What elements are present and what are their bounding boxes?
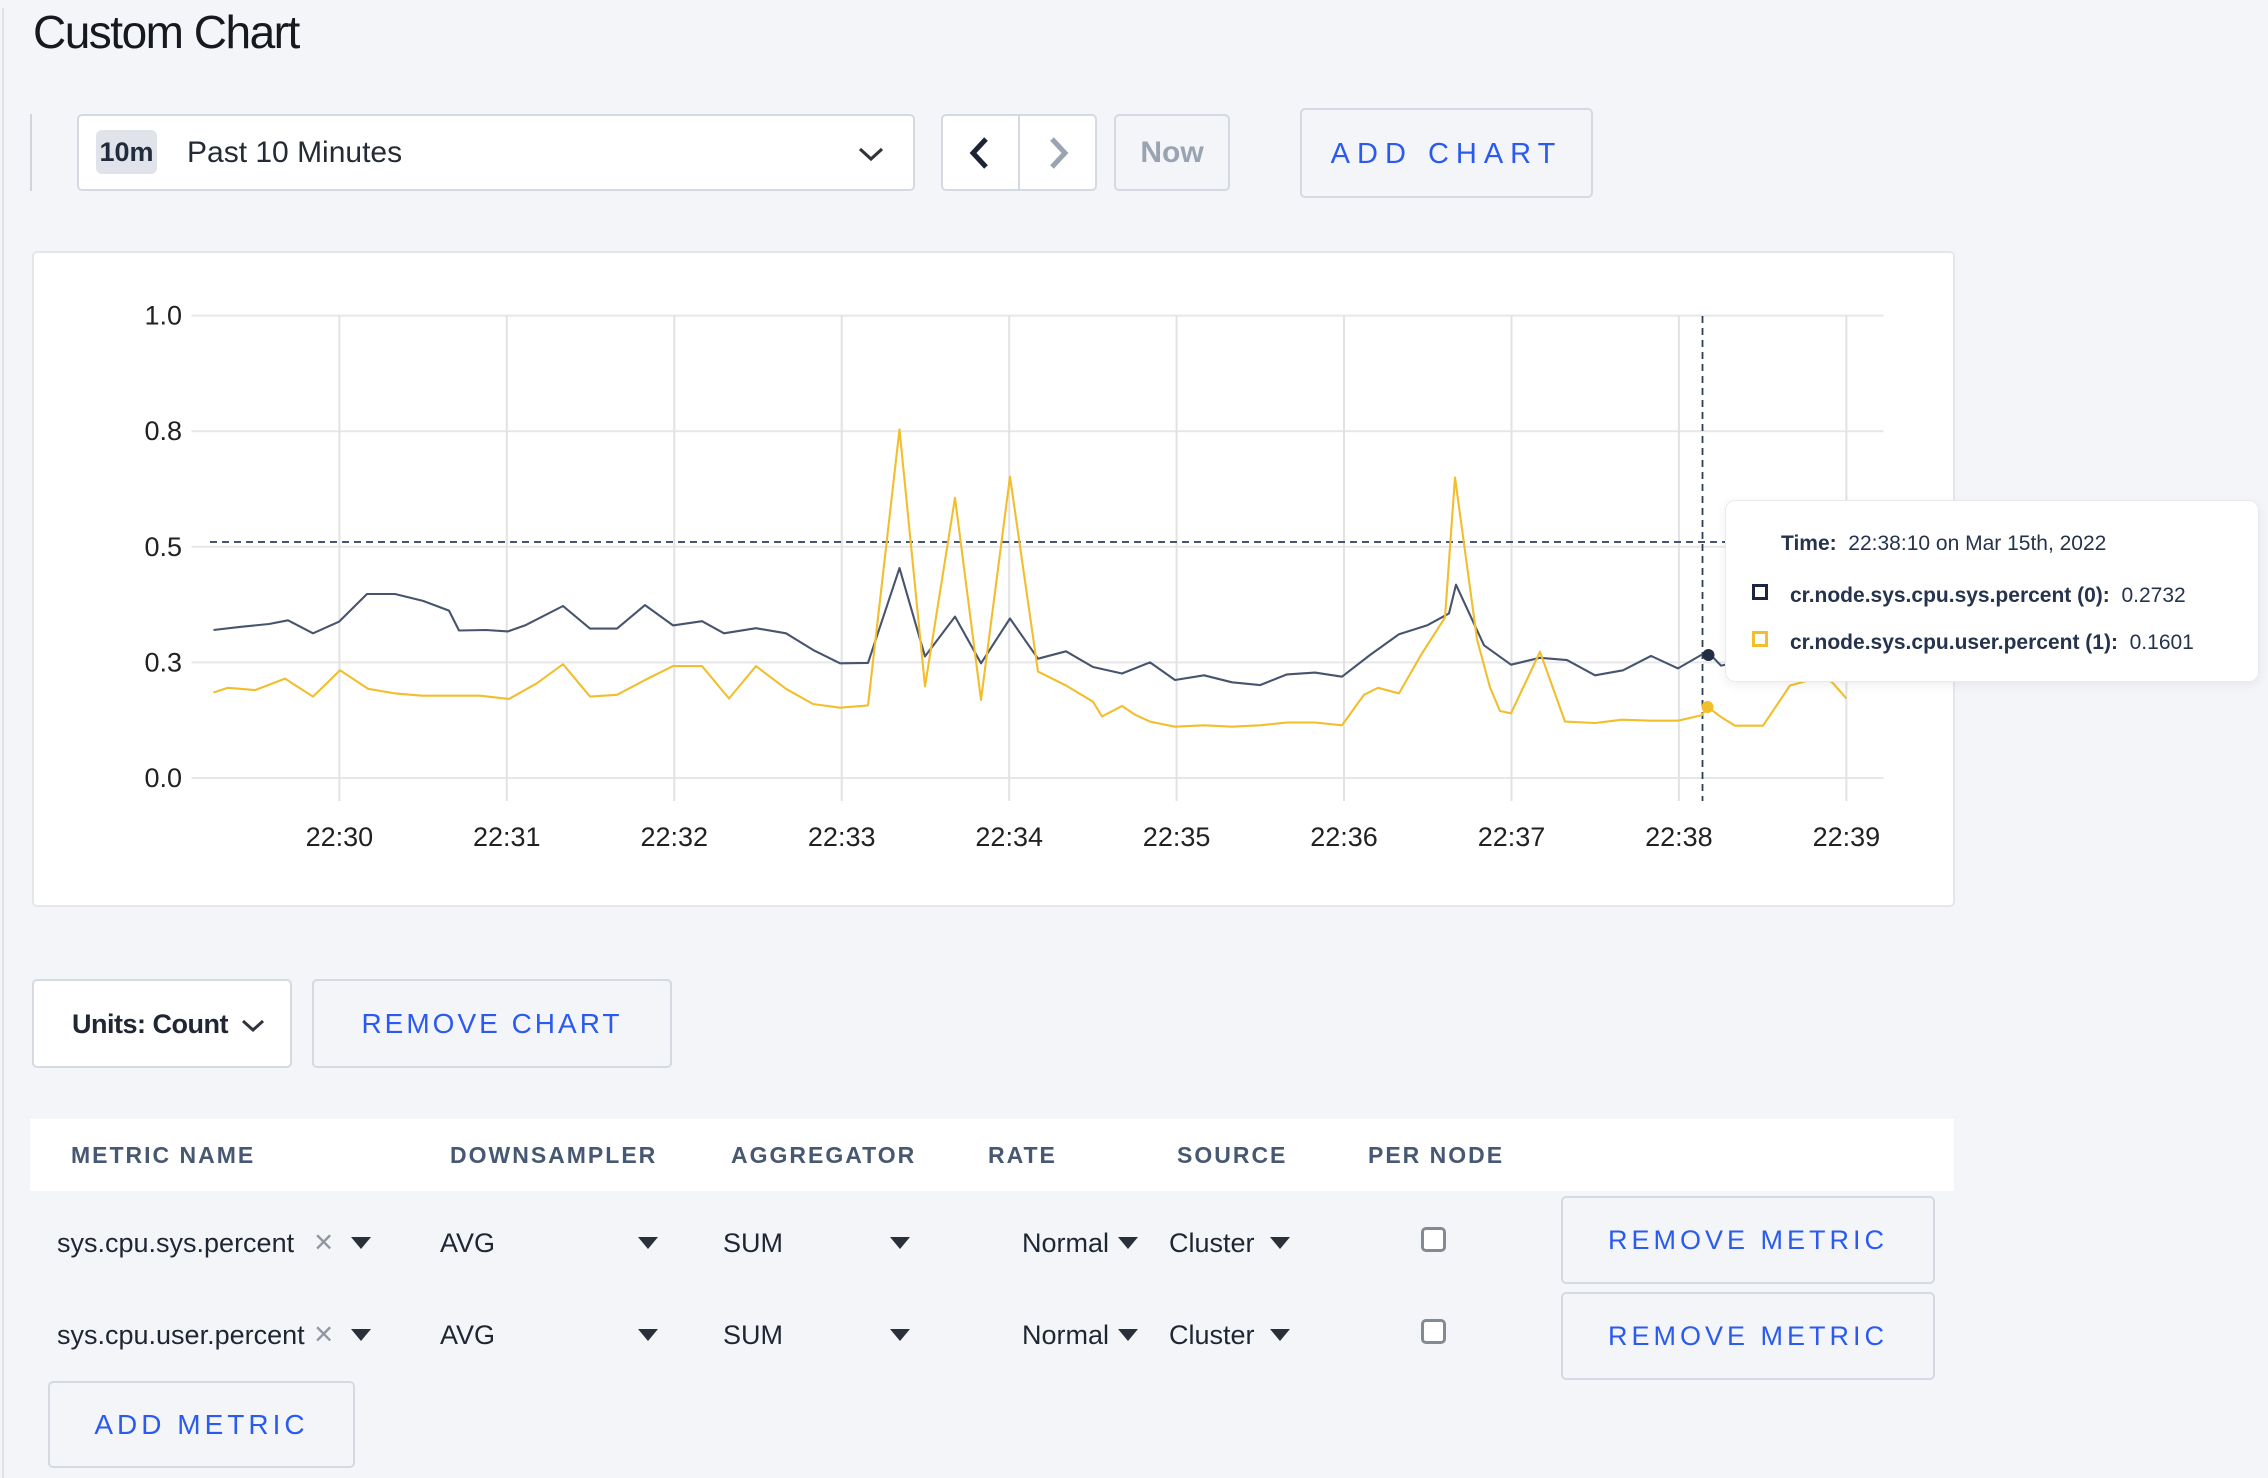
svg-text:22:38: 22:38 — [1645, 822, 1713, 852]
svg-text:0.5: 0.5 — [144, 532, 182, 562]
svg-text:22:32: 22:32 — [641, 822, 709, 852]
svg-text:22:35: 22:35 — [1143, 822, 1211, 852]
svg-text:0.3: 0.3 — [144, 647, 182, 677]
svg-text:0.0: 0.0 — [144, 763, 182, 793]
svg-text:1.0: 1.0 — [144, 301, 182, 331]
svg-text:22:36: 22:36 — [1310, 822, 1378, 852]
svg-text:22:39: 22:39 — [1813, 822, 1881, 852]
svg-text:0.8: 0.8 — [144, 416, 182, 446]
svg-text:22:30: 22:30 — [306, 822, 374, 852]
svg-text:22:31: 22:31 — [473, 822, 541, 852]
svg-text:22:37: 22:37 — [1478, 822, 1546, 852]
svg-text:22:34: 22:34 — [975, 822, 1043, 852]
svg-text:22:33: 22:33 — [808, 822, 876, 852]
